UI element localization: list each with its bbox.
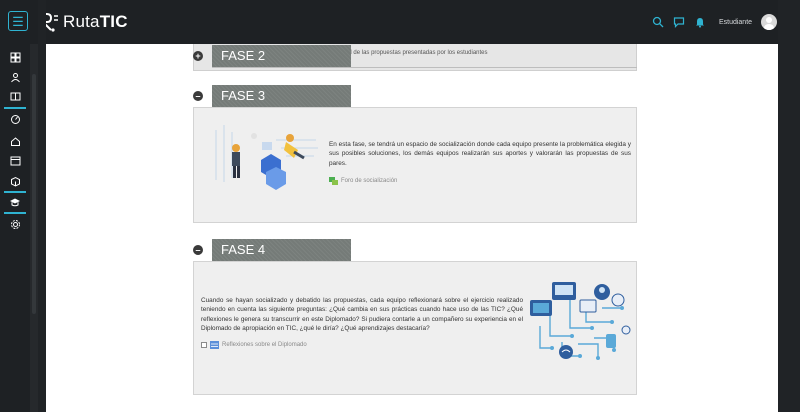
- dashboard-icon: [10, 114, 20, 124]
- technology-network-illustration: [530, 282, 631, 360]
- app-logo[interactable]: RutaTIC: [38, 10, 128, 34]
- calendar-icon: [10, 156, 20, 165]
- socialization-illustration: [206, 120, 324, 210]
- main-content: 5. Las actividades que permiten valorar …: [46, 44, 778, 412]
- sidebar-divider: [4, 107, 26, 109]
- sidebar-item-calendar[interactable]: [4, 151, 26, 169]
- phase-4-header[interactable]: – FASE 4: [193, 239, 637, 261]
- plus-circle-icon[interactable]: +: [193, 51, 203, 61]
- sidebar-item-courses[interactable]: [4, 193, 26, 211]
- phase-2-tab[interactable]: FASE 2: [212, 45, 351, 67]
- sidebar-scrollbar[interactable]: [30, 44, 38, 412]
- top-bar: ☰ RutaTIC Estudiante ▼: [0, 0, 800, 44]
- phase-2-header[interactable]: + FASE 2: [193, 45, 637, 68]
- gutter: [38, 0, 46, 412]
- phase-4-tab[interactable]: FASE 4: [212, 239, 351, 261]
- reflections-link[interactable]: Reflexiones sobre el Diplomado: [201, 340, 523, 349]
- phase-3-panel: En esta fase, se tendrá un espacio de so…: [193, 107, 637, 223]
- phase-3-description: En esta fase, se tendrá un espacio de so…: [329, 141, 631, 167]
- user-role-label: Estudiante: [718, 18, 753, 26]
- phase-4-panel: Cuando se hayan socializado y debatido l…: [193, 261, 637, 395]
- phase-4-description: Cuando se hayan socializado y debatido l…: [201, 297, 523, 333]
- completion-checkbox[interactable]: [201, 341, 207, 348]
- search-icon[interactable]: [652, 16, 664, 28]
- user-avatar[interactable]: [761, 14, 778, 30]
- book-icon: [10, 92, 20, 100]
- bell-icon[interactable]: [694, 16, 706, 28]
- app-name: RutaTIC: [63, 12, 128, 31]
- forum-link[interactable]: Foro de socialización: [329, 177, 631, 186]
- sidebar: [0, 44, 30, 412]
- sidebar-item-box[interactable]: [4, 172, 26, 190]
- sidebar-divider: [4, 212, 26, 214]
- scrollbar-thumb[interactable]: [32, 74, 36, 314]
- minus-circle-icon[interactable]: –: [193, 245, 203, 255]
- graduation-cap-icon: [10, 198, 20, 206]
- assignment-icon: [210, 340, 219, 349]
- sidebar-item-settings[interactable]: [4, 215, 26, 233]
- divider: [212, 67, 637, 68]
- forum-link-label[interactable]: Foro de socialización: [341, 178, 397, 184]
- phase-3-tab[interactable]: FASE 3: [212, 85, 351, 107]
- users-icon: [10, 72, 20, 82]
- sidebar-item-users[interactable]: [4, 68, 26, 86]
- box-icon: [10, 176, 20, 187]
- user-area: Estudiante ▼: [652, 11, 792, 33]
- menu-toggle-button[interactable]: ☰: [8, 11, 28, 31]
- minus-circle-icon[interactable]: –: [193, 91, 203, 101]
- gear-icon: [10, 219, 20, 229]
- sidebar-item-home[interactable]: [4, 132, 26, 150]
- chat-icon[interactable]: [673, 16, 685, 28]
- home-icon: [10, 136, 20, 146]
- sidebar-item-grid[interactable]: [4, 48, 26, 66]
- sidebar-item-book[interactable]: [4, 87, 26, 105]
- right-gutter: [778, 0, 800, 412]
- forum-icon: [329, 177, 338, 186]
- phase-3-header[interactable]: – FASE 3: [193, 85, 637, 107]
- sidebar-item-dashboard[interactable]: [4, 110, 26, 128]
- reflections-link-label[interactable]: Reflexiones sobre el Diplomado: [222, 342, 307, 348]
- grid-icon: [10, 52, 20, 62]
- hamburger-icon: ☰: [12, 13, 24, 29]
